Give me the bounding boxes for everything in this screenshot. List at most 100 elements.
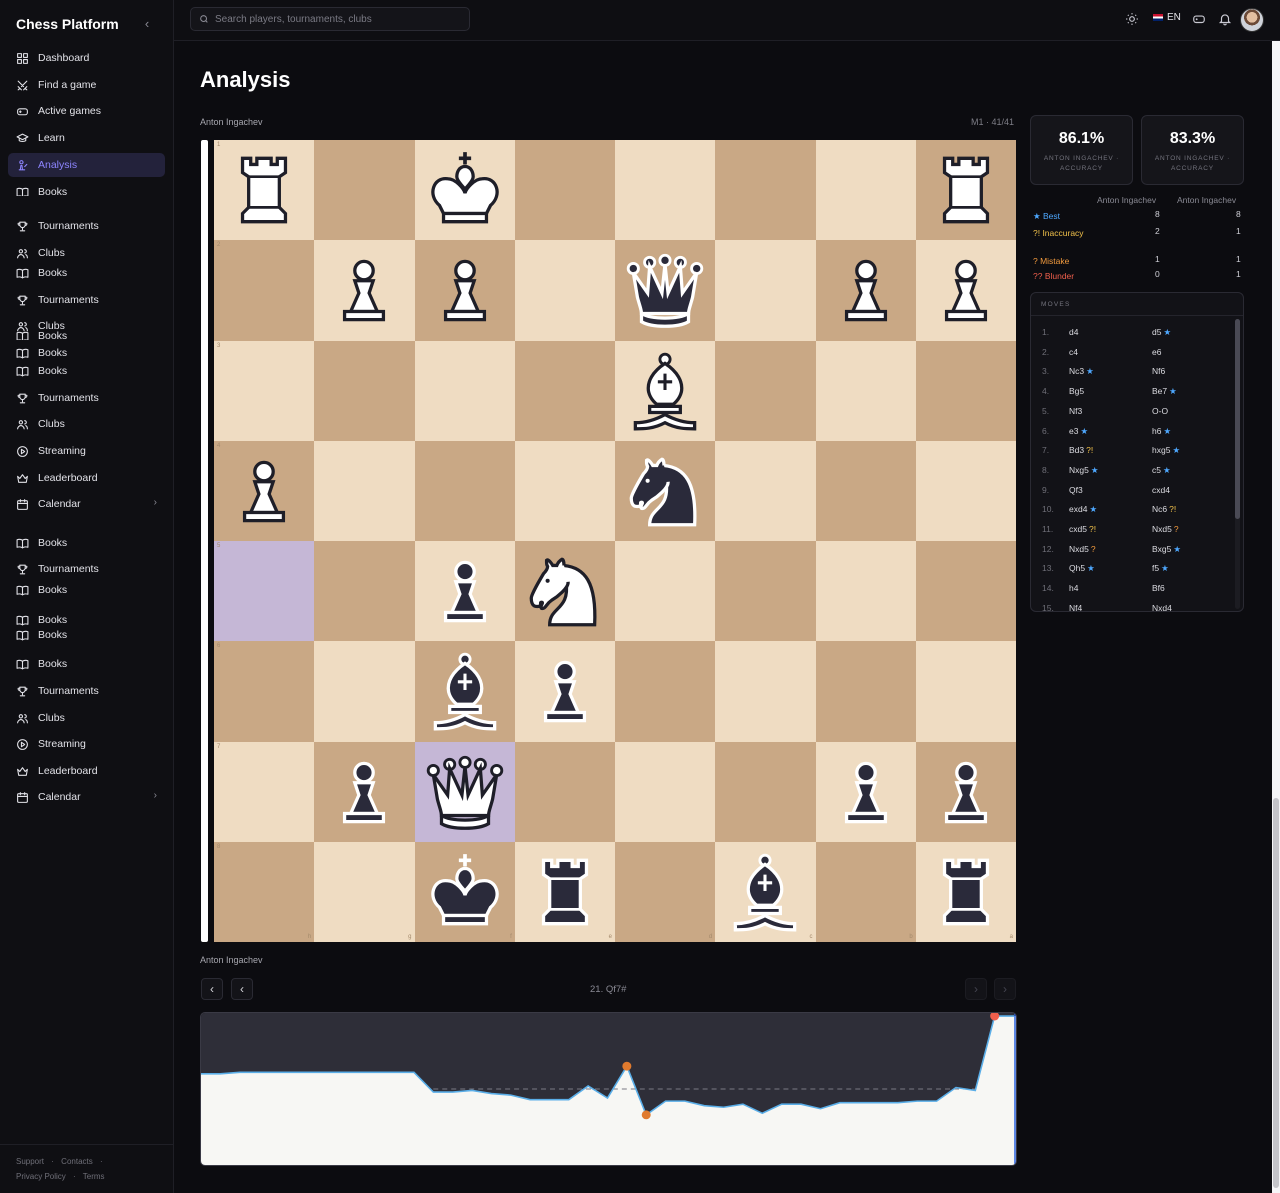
white-pawn-icon[interactable]	[318, 244, 410, 336]
previous-move-button[interactable]: ‹	[231, 978, 253, 1000]
board-square[interactable]	[514, 340, 615, 441]
board-square[interactable]	[314, 741, 415, 842]
first-move-button[interactable]: ‹	[201, 978, 223, 1000]
black-rook-icon[interactable]	[920, 846, 1012, 938]
board-square[interactable]	[514, 240, 615, 341]
black-pawn-icon[interactable]	[318, 746, 410, 838]
white-move[interactable]: Nf3	[1069, 406, 1082, 416]
sidebar-item-books[interactable]: Books	[8, 186, 165, 196]
board-square[interactable]: 1	[214, 140, 315, 241]
sidebar-item-books[interactable]: Books	[8, 652, 165, 676]
black-move[interactable]: Nc6?!	[1152, 504, 1176, 514]
black-move[interactable]: O-O	[1152, 406, 1168, 416]
sidebar-item-analysis[interactable]: Analysis	[8, 153, 165, 177]
board-square[interactable]	[514, 140, 615, 241]
black-queen-icon[interactable]	[619, 244, 711, 336]
black-pawn-icon[interactable]	[419, 545, 511, 637]
evaluation-graph[interactable]	[200, 1012, 1017, 1166]
privacy-policy-link[interactable]: Privacy Policy	[16, 1172, 66, 1181]
moves-scrollbar[interactable]	[1235, 319, 1240, 609]
board-square[interactable]	[414, 340, 515, 441]
board-square[interactable]	[514, 541, 615, 642]
board-square[interactable]	[414, 541, 515, 642]
sidebar-item-clubs[interactable]: Clubs	[8, 412, 165, 436]
board-square[interactable]	[915, 641, 1016, 742]
board-square[interactable]: 8h	[214, 841, 315, 942]
black-move[interactable]: c5 ★	[1152, 465, 1171, 476]
board-square[interactable]	[615, 340, 716, 441]
white-king-icon[interactable]	[419, 144, 511, 236]
black-rook-icon[interactable]	[519, 846, 611, 938]
board-square[interactable]: 6	[214, 641, 315, 742]
sidebar-item-streaming[interactable]: Streaming	[8, 439, 165, 463]
board-square[interactable]	[915, 140, 1016, 241]
board-square[interactable]: a	[915, 841, 1016, 942]
black-move[interactable]: Bxg5 ★	[1152, 544, 1181, 555]
black-move[interactable]: cxd4	[1152, 485, 1170, 495]
black-pawn-icon[interactable]	[920, 746, 1012, 838]
board-square[interactable]	[815, 741, 916, 842]
white-bishop-icon[interactable]	[619, 345, 711, 437]
sidebar-item-calendar[interactable]: Calendar ›	[8, 492, 165, 516]
white-knight-icon[interactable]	[519, 545, 611, 637]
gamepad-icon[interactable]	[1192, 12, 1206, 26]
sidebar-item-books[interactable]: Books	[8, 330, 165, 340]
board-square[interactable]: d	[615, 841, 716, 942]
terms-link[interactable]: Terms	[83, 1172, 105, 1181]
board-square[interactable]	[514, 641, 615, 742]
language-selector[interactable]: EN	[1153, 12, 1181, 23]
white-move[interactable]: exd4 ★	[1069, 504, 1097, 515]
black-pawn-icon[interactable]	[820, 746, 912, 838]
black-move[interactable]: d5 ★	[1152, 327, 1171, 338]
board-square[interactable]	[314, 140, 415, 241]
board-square[interactable]: e	[514, 841, 615, 942]
black-knight-icon[interactable]	[619, 445, 711, 537]
board-square[interactable]: 3	[214, 340, 315, 441]
board-square[interactable]	[414, 140, 515, 241]
board-square[interactable]: b	[815, 841, 916, 942]
board-square[interactable]	[715, 340, 816, 441]
white-move[interactable]: cxd5?!	[1069, 524, 1096, 534]
sidebar-item-active-games[interactable]: Active games	[8, 99, 165, 123]
board-square[interactable]	[915, 240, 1016, 341]
white-move[interactable]: Qh5 ★	[1069, 563, 1095, 574]
board-square[interactable]	[715, 240, 816, 341]
black-move[interactable]: h6 ★	[1152, 426, 1171, 437]
black-move[interactable]: Nxd4	[1152, 603, 1172, 611]
board-square[interactable]	[915, 440, 1016, 541]
white-move[interactable]: Qf3	[1069, 485, 1083, 495]
board-square[interactable]	[815, 140, 916, 241]
notification-bell-icon[interactable]	[1218, 12, 1232, 26]
white-move[interactable]: h4	[1069, 583, 1078, 593]
white-move[interactable]: Bd3?!	[1069, 445, 1093, 455]
white-pawn-icon[interactable]	[820, 244, 912, 336]
board-square[interactable]	[815, 641, 916, 742]
board-square[interactable]	[514, 741, 615, 842]
board-square[interactable]	[615, 240, 716, 341]
board-square[interactable]	[414, 741, 515, 842]
board-square[interactable]: 7	[214, 741, 315, 842]
board-square[interactable]	[414, 440, 515, 541]
next-move-button[interactable]: ›	[965, 978, 987, 1000]
board-square[interactable]	[414, 641, 515, 742]
sidebar-item-books[interactable]: Books	[8, 261, 165, 285]
board-square[interactable]	[615, 641, 716, 742]
board-square[interactable]	[715, 741, 816, 842]
white-pawn-icon[interactable]	[419, 244, 511, 336]
board-square[interactable]: 2	[214, 240, 315, 341]
black-move[interactable]: Bf6	[1152, 583, 1165, 593]
chess-board[interactable]: 12345678hgfedcba	[214, 140, 1016, 942]
white-move[interactable]: c4	[1069, 347, 1078, 357]
sidebar-item-books[interactable]: Books	[8, 359, 165, 383]
white-move[interactable]: Nxg5 ★	[1069, 465, 1098, 476]
board-square[interactable]	[715, 140, 816, 241]
white-move[interactable]: Nxd5?	[1069, 544, 1096, 554]
board-square[interactable]	[615, 140, 716, 241]
board-square[interactable]: 4	[214, 440, 315, 541]
black-move[interactable]: Nf6	[1152, 366, 1165, 376]
board-square[interactable]: 5	[214, 541, 315, 642]
board-square[interactable]	[314, 541, 415, 642]
board-square[interactable]	[414, 240, 515, 341]
board-square[interactable]	[615, 440, 716, 541]
board-square[interactable]	[815, 340, 916, 441]
